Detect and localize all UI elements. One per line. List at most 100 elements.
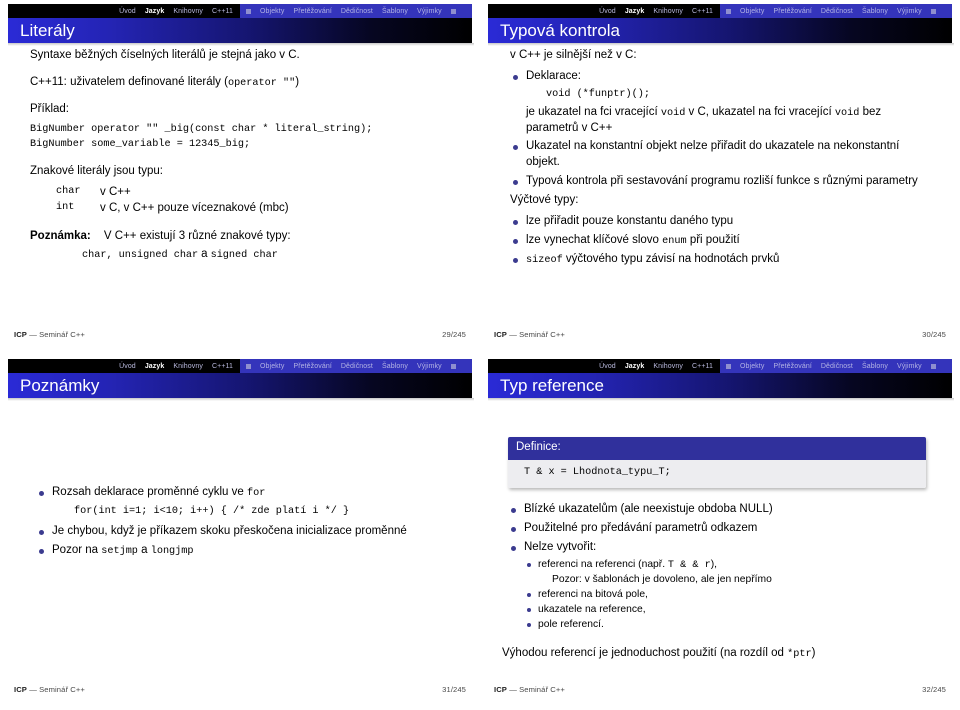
nav-item-dedicnost[interactable]: Dědičnost (341, 363, 373, 370)
nav-item-cpp11[interactable]: C++11 (692, 8, 713, 15)
nav-item-jazyk[interactable]: Jazyk (625, 8, 645, 15)
next-arrow-icon[interactable] (930, 8, 936, 14)
note-text: V C++ existují 3 různé znakové typy: (103, 229, 291, 242)
nav-item-vyjimky[interactable]: Výjimky (417, 8, 442, 15)
list-item: lze vynechat klíčové slovo enum při použ… (510, 233, 936, 249)
navigation-bar: Úvod Jazyk Knihovny C++11 Objekty Přetěž… (8, 4, 472, 18)
list-item: Rozsah deklarace proměnné cyklu ve for f… (36, 485, 456, 520)
slide-literaly: Úvod Jazyk Knihovny C++11 Objekty Přetěž… (0, 0, 480, 355)
slide-footer: ICP — Seminář C++ 32/245 (480, 685, 960, 694)
declaration-explanation: je ukazatel na fci vracející void v C, u… (526, 105, 936, 137)
next-arrow-icon[interactable] (450, 8, 456, 14)
nav-item-pretezovani[interactable]: Přetěžování (293, 363, 331, 370)
prev-arrow-icon[interactable] (726, 363, 731, 369)
paragraph-udl: C++11: uživatelem definované literály (o… (30, 75, 456, 91)
title-bar: Poznámky (8, 373, 472, 398)
note-code-a: char, unsigned char (82, 249, 199, 261)
char-type-list: char v C++ int v C, v C++ pouze víceznak… (30, 185, 456, 217)
nav-item-cpp11[interactable]: C++11 (212, 8, 233, 15)
list-item: Blízké ukazatelům (ale neexistuje obdoba… (508, 502, 936, 518)
note-row: Poznámka: V C++ existují 3 různé znakové… (30, 229, 456, 245)
udl-code: operator "" (227, 77, 296, 89)
nav-item-cpp11[interactable]: C++11 (692, 363, 713, 370)
header-shadow (8, 398, 474, 401)
nav-item-uvod[interactable]: Úvod (119, 363, 136, 370)
nav-item-uvod[interactable]: Úvod (599, 8, 616, 15)
list-item: pole referencí. (524, 618, 936, 632)
definition-box: Definice: T & x = Lhodnota_typu_T; (508, 437, 926, 488)
note-code-b: signed char (210, 249, 278, 261)
list-item: Použitelné pro předávání parametrů odkaz… (508, 521, 936, 537)
nav-item-pretezovani[interactable]: Přetěžování (773, 363, 811, 370)
nav-item-uvod[interactable]: Úvod (119, 8, 136, 15)
nav-item-objekty[interactable]: Objekty (740, 363, 764, 370)
nav-item-pretezovani[interactable]: Přetěžování (293, 8, 331, 15)
nav-item-dedicnost[interactable]: Dědičnost (821, 8, 853, 15)
nav-item-objekty[interactable]: Objekty (740, 8, 764, 15)
decl-void-1: void (660, 107, 686, 119)
next-arrow-icon[interactable] (930, 363, 936, 369)
nav-item-knihovny[interactable]: Knihovny (173, 363, 203, 370)
nav-item-cpp11[interactable]: C++11 (212, 363, 233, 370)
nav-item-sablony[interactable]: Šablony (862, 363, 888, 370)
nav-item-pretezovani[interactable]: Přetěžování (773, 8, 811, 15)
footer-source: ICP — Seminář C++ (14, 685, 85, 694)
nav-item-vyjimky[interactable]: Výjimky (897, 363, 922, 370)
nav-item-uvod[interactable]: Úvod (599, 363, 616, 370)
list-item: Typová kontrola při sestavování programu… (510, 174, 936, 190)
title-bar: Typová kontrola (488, 18, 952, 43)
prev-arrow-icon[interactable] (246, 363, 251, 369)
nav-item-objekty[interactable]: Objekty (260, 363, 284, 370)
nav-item-knihovny[interactable]: Knihovny (653, 8, 683, 15)
header-shadow (8, 43, 474, 46)
note-code-separator: a (201, 247, 208, 260)
nav-item-jazyk[interactable]: Jazyk (145, 8, 165, 15)
nav-item-dedicnost[interactable]: Dědičnost (821, 363, 853, 370)
longjmp-code: longjmp (150, 545, 194, 557)
scope-text-pre: Rozsah deklarace proměnné cyklu ve (52, 486, 247, 498)
nav-item-jazyk[interactable]: Jazyk (625, 363, 645, 370)
paragraph-lead: v C++ je silnější než v C: (510, 49, 637, 61)
header-shadow (488, 398, 954, 401)
nav-item-sablony[interactable]: Šablony (382, 363, 408, 370)
enum-bullet-list: lze přiřadit pouze konstantu daného typu… (510, 214, 936, 268)
ref-to-ref-post: ), (710, 558, 718, 570)
prev-arrow-icon[interactable] (726, 8, 731, 14)
footer-org: ICP (494, 330, 507, 339)
page-number: 29/245 (442, 330, 466, 339)
footer-org: ICP (14, 330, 27, 339)
for-keyword-code: for (246, 488, 266, 499)
nav-item-knihovny[interactable]: Knihovny (173, 8, 203, 15)
nav-item-sablony[interactable]: Šablony (862, 8, 888, 15)
page-number: 31/245 (442, 685, 466, 694)
paragraph-char-literals: Znakové literály jsou typu: (30, 165, 163, 178)
nav-item-jazyk[interactable]: Jazyk (145, 363, 165, 370)
nav-section-subsections: Objekty Přetěžování Dědičnost Šablony Vý… (720, 4, 952, 18)
nav-item-vyjimky[interactable]: Výjimky (417, 363, 442, 370)
nav-item-dedicnost[interactable]: Dědičnost (341, 8, 373, 15)
jmp-text-pre: Pozor na (52, 543, 102, 556)
list-item: Nelze vytvořit: referenci na referenci (… (508, 540, 936, 633)
list-item: sizeof výčtového typu závisí na hodnotác… (510, 252, 936, 268)
next-arrow-icon[interactable] (450, 363, 456, 369)
slide-title: Typ reference (500, 376, 604, 395)
slide-footer: ICP — Seminář C++ 30/245 (480, 330, 960, 339)
prev-arrow-icon[interactable] (246, 8, 251, 14)
cannot-create-sublist: referenci na referenci (např. T & & r), … (524, 558, 936, 633)
nav-item-objekty[interactable]: Objekty (260, 8, 284, 15)
note-code-row: char, unsigned char a signed char (30, 247, 456, 263)
nav-section-primary: Úvod Jazyk Knihovny C++11 (488, 359, 720, 373)
enum-b3-post: výčtového typu závisí na hodnotách prvků (562, 252, 780, 265)
footer-source: ICP — Seminář C++ (14, 330, 85, 339)
nav-item-knihovny[interactable]: Knihovny (653, 363, 683, 370)
page-number: 32/245 (922, 685, 946, 694)
footer-org: ICP (494, 685, 507, 694)
code-funptr: void (*funptr)(); (546, 88, 650, 100)
slide-content: Syntaxe běžných číselných literálů je st… (0, 48, 480, 323)
nav-item-vyjimky[interactable]: Výjimky (897, 8, 922, 15)
slide-header: Úvod Jazyk Knihovny C++11 Objekty Přetěž… (8, 359, 472, 398)
advantage-pre: Výhodou referencí je jednoduchost použit… (502, 647, 788, 660)
footer-source: ICP — Seminář C++ (494, 685, 565, 694)
slide-header: Úvod Jazyk Knihovny C++11 Objekty Přetěž… (8, 4, 472, 43)
nav-item-sablony[interactable]: Šablony (382, 8, 408, 15)
